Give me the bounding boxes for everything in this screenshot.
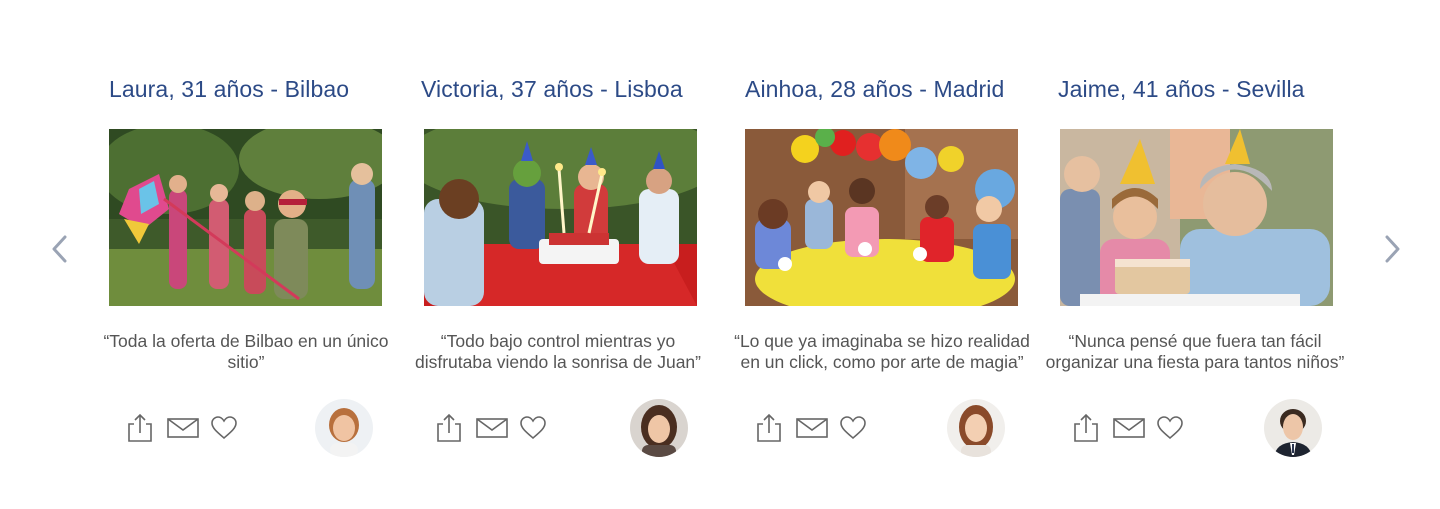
share-icon[interactable]: [125, 412, 155, 444]
testimonial-quote: “Todo bajo control mientras yo disfrutab…: [414, 331, 701, 372]
man-avatar[interactable]: [1264, 399, 1322, 457]
testimonials-carousel: Laura, 31 años - Bilbao “Toda la oferta …: [0, 0, 1440, 509]
testimonial-quote: “Nunca pensé que fuera tan fácil organiz…: [1045, 331, 1345, 372]
testimonial-quote: “Lo que ya imaginaba se hizo realidad en…: [734, 331, 1030, 372]
testimonial-card: Ainhoa, 28 años - Madrid “Lo que ya imag…: [734, 0, 1045, 509]
grandmother-blowing-candles-photo[interactable]: [1060, 129, 1333, 306]
woman-avatar[interactable]: [315, 399, 373, 457]
testimonial-title[interactable]: Jaime, 41 años - Sevilla: [1058, 76, 1305, 103]
testimonial-title[interactable]: Laura, 31 años - Bilbao: [109, 76, 349, 103]
children-with-pinata-photo[interactable]: [109, 129, 382, 306]
kids-with-birthday-cake-photo[interactable]: [424, 129, 697, 306]
chevron-left-icon[interactable]: [46, 233, 76, 265]
party-table-with-balloons-photo[interactable]: [745, 129, 1018, 306]
chevron-right-icon[interactable]: [1376, 233, 1406, 265]
mail-icon[interactable]: [476, 417, 508, 439]
mail-icon[interactable]: [167, 417, 199, 439]
testimonial-quote: “Toda la oferta de Bilbao en un único si…: [103, 331, 389, 372]
woman-avatar[interactable]: [630, 399, 688, 457]
testimonial-card: Victoria, 37 años - Lisboa “Todo bajo co…: [415, 0, 721, 509]
share-icon[interactable]: [754, 412, 784, 444]
testimonial-card: Laura, 31 años - Bilbao “Toda la oferta …: [103, 0, 409, 509]
testimonial-title[interactable]: Ainhoa, 28 años - Madrid: [745, 76, 1004, 103]
heart-icon[interactable]: [520, 416, 546, 440]
share-icon[interactable]: [1071, 412, 1101, 444]
heart-icon[interactable]: [840, 416, 866, 440]
mail-icon[interactable]: [1113, 417, 1145, 439]
mail-icon[interactable]: [796, 417, 828, 439]
share-icon[interactable]: [434, 412, 464, 444]
heart-icon[interactable]: [211, 416, 237, 440]
testimonial-title[interactable]: Victoria, 37 años - Lisboa: [421, 76, 683, 103]
heart-icon[interactable]: [1157, 416, 1183, 440]
woman-avatar[interactable]: [947, 399, 1005, 457]
testimonial-card: Jaime, 41 años - Sevilla “Nunca pensé qu…: [1046, 0, 1358, 509]
